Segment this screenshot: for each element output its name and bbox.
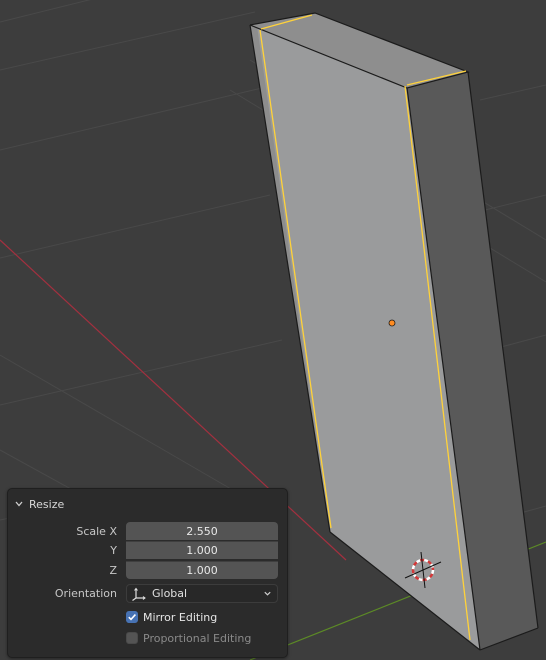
mirror-editing-checkbox[interactable] — [126, 611, 138, 623]
scale-x-row: Scale X 2.550 — [8, 522, 287, 541]
orientation-axes-icon — [132, 587, 146, 601]
scale-x-field[interactable]: 2.550 — [126, 522, 278, 540]
proportional-editing-label: Proportional Editing — [143, 631, 252, 645]
checkmark-icon — [128, 614, 136, 621]
orientation-row: Orientation Global — [8, 584, 287, 603]
object-origin-dot — [388, 319, 396, 327]
scale-z-label: Z — [109, 564, 117, 577]
panel-header-toggle[interactable]: Resize — [14, 496, 64, 512]
orientation-label: Orientation — [54, 587, 117, 600]
chevron-down-icon — [15, 501, 23, 507]
orientation-value: Global — [152, 587, 188, 600]
proportional-editing-toggle[interactable]: Proportional Editing — [126, 630, 251, 646]
dropdown-arrow-icon — [264, 591, 271, 596]
proportional-editing-checkbox[interactable] — [126, 632, 138, 644]
scale-z-field[interactable]: 1.000 — [126, 561, 278, 579]
scale-y-label: Y — [110, 544, 117, 557]
scale-z-row: Z 1.000 — [8, 561, 287, 580]
mirror-editing-toggle[interactable]: Mirror Editing — [126, 609, 217, 625]
orientation-select[interactable]: Global — [126, 584, 278, 603]
panel-title: Resize — [29, 497, 65, 511]
redo-last-panel[interactable]: Resize Scale X 2.550 Y 1.000 Z 1.000 Ori… — [7, 488, 288, 658]
mirror-editing-label: Mirror Editing — [143, 610, 218, 624]
scale-y-field[interactable]: 1.000 — [126, 541, 278, 559]
scale-x-label: Scale X — [76, 525, 117, 538]
scale-y-row: Y 1.000 — [8, 541, 287, 560]
